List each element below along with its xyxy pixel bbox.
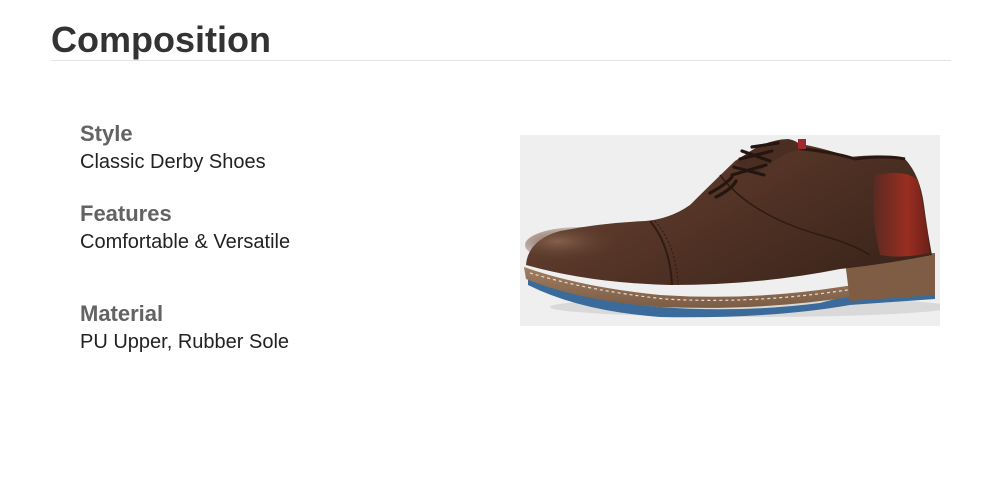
page-title: Composition bbox=[51, 19, 271, 60]
heel-counter bbox=[873, 172, 930, 257]
pull-tab bbox=[798, 139, 806, 149]
spec-style: Style Classic Derby Shoes bbox=[80, 121, 266, 175]
spec-style-label: Style bbox=[80, 121, 133, 146]
title-divider bbox=[51, 60, 951, 61]
spec-features-value: Comfortable & Versatile bbox=[80, 231, 291, 253]
derby-shoe-illustration bbox=[524, 139, 940, 318]
spec-style-value: Classic Derby Shoes bbox=[80, 151, 266, 173]
toe-shine bbox=[525, 227, 635, 263]
spec-material-value: PU Upper, Rubber Sole bbox=[80, 331, 290, 353]
spec-features: Features Comfortable & Versatile bbox=[80, 201, 290, 255]
spec-material: Material PU Upper, Rubber Sole bbox=[80, 301, 289, 355]
shoe-upper bbox=[526, 143, 932, 285]
spec-material-label: Material bbox=[80, 301, 164, 326]
product-image bbox=[520, 135, 940, 326]
spec-features-label: Features bbox=[80, 201, 172, 226]
